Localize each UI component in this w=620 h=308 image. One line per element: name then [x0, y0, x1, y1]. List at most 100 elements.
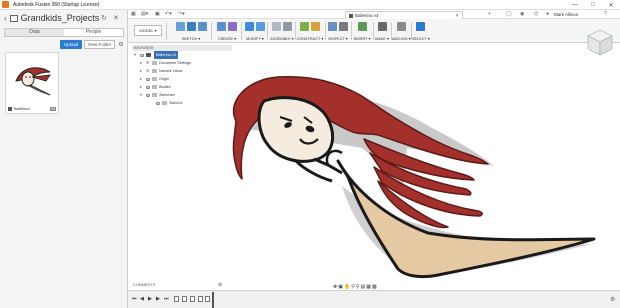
- orbit-icon[interactable]: ✥: [333, 284, 337, 290]
- toolbar-group-9[interactable]: SELECT ▾: [412, 21, 430, 42]
- tool-icon[interactable]: [415, 22, 425, 31]
- timeline-sketch-icon[interactable]: [198, 296, 203, 302]
- tool-icon[interactable]: [339, 22, 348, 31]
- tool-icon[interactable]: [283, 22, 292, 31]
- clock-icon[interactable]: ◴: [534, 11, 538, 17]
- browser-node[interactable]: ▸ Origin: [132, 75, 232, 83]
- file-menu-icon[interactable]: ▤▾: [141, 11, 148, 17]
- timeline-marker[interactable]: [212, 292, 214, 308]
- toolbar-group-8[interactable]: ADD-INS ▾: [392, 21, 411, 42]
- visibility-icon[interactable]: [146, 85, 150, 89]
- timeline-sketch-icon[interactable]: [174, 296, 179, 302]
- display-settings-icon[interactable]: ▤: [361, 284, 366, 290]
- tab-people[interactable]: People: [64, 29, 123, 36]
- refresh-icon[interactable]: ↻: [101, 14, 107, 22]
- help-icon[interactable]: ?: [604, 11, 607, 17]
- tool-icon[interactable]: [311, 22, 320, 31]
- job-status-icon[interactable]: ◯: [506, 11, 512, 17]
- expand-icon[interactable]: ▸: [140, 67, 142, 75]
- tool-icon[interactable]: [228, 22, 237, 31]
- close-tab-icon[interactable]: ✕: [455, 13, 459, 19]
- back-arrow-icon[interactable]: ‹: [4, 14, 7, 23]
- workspace-switcher[interactable]: MODEL ▾: [134, 25, 162, 36]
- data-panel-toggle-icon[interactable]: ▦: [131, 11, 136, 17]
- toolbar-group-3[interactable]: ASSEMBLE ▾: [270, 21, 294, 42]
- fit-icon[interactable]: ⚲: [356, 284, 360, 290]
- tool-icon[interactable]: [256, 22, 265, 31]
- toolbar-group-4[interactable]: CONSTRUCT ▾: [296, 21, 324, 42]
- user-avatar-icon[interactable]: ●: [546, 11, 549, 17]
- gear-icon[interactable]: ⚙: [118, 41, 123, 48]
- expand-icon[interactable]: ▾: [140, 91, 142, 99]
- visibility-icon[interactable]: [140, 53, 144, 57]
- toolbar-group-2[interactable]: MODIFY ▾: [244, 21, 266, 42]
- browser-node[interactable]: ▾ Sketches: [132, 91, 232, 99]
- grid-icon[interactable]: ▦: [366, 284, 371, 290]
- user-name[interactable]: Mark Allison: [554, 12, 578, 17]
- timeline-sketch-icon[interactable]: [190, 296, 195, 302]
- toolbar-group-1[interactable]: CREATE ▾: [214, 21, 240, 42]
- timeline-sketch-icon[interactable]: [205, 296, 210, 302]
- tool-icon[interactable]: [377, 22, 387, 31]
- maximize-button[interactable]: □: [584, 0, 602, 10]
- tool-icon[interactable]: [357, 22, 367, 31]
- tool-icon[interactable]: [217, 22, 226, 31]
- toolbar-group-5[interactable]: INSPECT ▾: [326, 21, 350, 42]
- tool-icon[interactable]: [272, 22, 281, 31]
- upload-button[interactable]: Upload: [60, 40, 83, 49]
- redo-icon[interactable]: ↷▾: [178, 11, 185, 17]
- comments-label[interactable]: COMMENTS: [133, 283, 155, 287]
- play-icon[interactable]: ▶: [148, 296, 152, 302]
- browser-node[interactable]: ▸ ⚙ Named Views: [132, 67, 232, 75]
- file-thumbnail[interactable]: Ballerina V4: [5, 52, 59, 114]
- step-back-icon[interactable]: ◀: [140, 296, 144, 302]
- tool-icon[interactable]: [300, 22, 309, 31]
- undo-icon[interactable]: ↶▾: [165, 11, 172, 17]
- pan-icon[interactable]: ✋: [344, 284, 350, 290]
- tool-icon[interactable]: [197, 22, 207, 31]
- timeline-sketch-icon[interactable]: [182, 296, 187, 302]
- visibility-icon[interactable]: [156, 101, 160, 105]
- add-comment-icon[interactable]: ⊕: [218, 282, 222, 288]
- look-at-icon[interactable]: ▣: [338, 284, 343, 290]
- toolbar-group-6[interactable]: INSERT ▾: [352, 21, 372, 42]
- version-badge: V4: [49, 107, 56, 111]
- expand-icon[interactable]: ▸: [140, 59, 142, 67]
- tool-icon[interactable]: [186, 22, 196, 31]
- toolbar-group-0[interactable]: SKETCH ▾: [172, 21, 210, 42]
- new-tab-icon[interactable]: +: [488, 11, 491, 17]
- toolbar-group-7[interactable]: MAKE ▾: [374, 21, 390, 42]
- tool-icon[interactable]: [245, 22, 254, 31]
- zoom-icon[interactable]: ⚲: [351, 284, 355, 290]
- timeline-settings-icon[interactable]: ⚙: [610, 296, 615, 303]
- minimize-button[interactable]: —: [566, 0, 584, 10]
- expand-icon[interactable]: ▸: [140, 83, 142, 91]
- tool-icon[interactable]: [175, 22, 185, 31]
- collapse-icon[interactable]: ▾: [134, 51, 136, 59]
- go-to-end-icon[interactable]: ⏭: [164, 296, 169, 302]
- close-button[interactable]: ✕: [602, 0, 620, 10]
- document-tab[interactable]: Ballerina v4 ✕: [345, 11, 463, 19]
- notifications-icon[interactable]: ◉: [520, 11, 524, 17]
- viewports-icon[interactable]: ▩: [372, 284, 377, 290]
- browser-root-node[interactable]: ▾ Ballerina v4: [132, 51, 232, 59]
- go-to-start-icon[interactable]: ⏮: [132, 296, 137, 302]
- ribbon-toolbar: MODEL ▾ SKETCH ▾ CREATE ▾ MODIFY ▾ ASSEMBLE…: [128, 19, 620, 43]
- browser-node[interactable]: ▸ ⚙ Document Settings: [132, 59, 232, 67]
- browser-node[interactable]: ▸ Bodies: [132, 83, 232, 91]
- new-folder-button[interactable]: New Folder: [84, 40, 116, 49]
- viewcube-icon[interactable]: [585, 27, 615, 57]
- visibility-icon[interactable]: [146, 77, 150, 81]
- browser-node-label: Origin: [159, 77, 170, 81]
- save-icon[interactable]: ▣: [155, 11, 160, 17]
- tab-data[interactable]: Data: [5, 29, 64, 36]
- design-file-icon: [8, 107, 12, 111]
- expand-icon[interactable]: ▸: [140, 75, 142, 83]
- close-panel-icon[interactable]: ✕: [113, 14, 119, 22]
- tool-icon[interactable]: [328, 22, 337, 31]
- browser-node[interactable]: Sketch1: [132, 99, 232, 107]
- step-forward-icon[interactable]: ▶: [156, 296, 160, 302]
- visibility-icon[interactable]: [146, 93, 150, 97]
- tool-icon[interactable]: [396, 22, 406, 31]
- design-canvas[interactable]: BROWSER ▾ Ballerina v4 ▸ ⚙ Document Settin…: [128, 29, 620, 290]
